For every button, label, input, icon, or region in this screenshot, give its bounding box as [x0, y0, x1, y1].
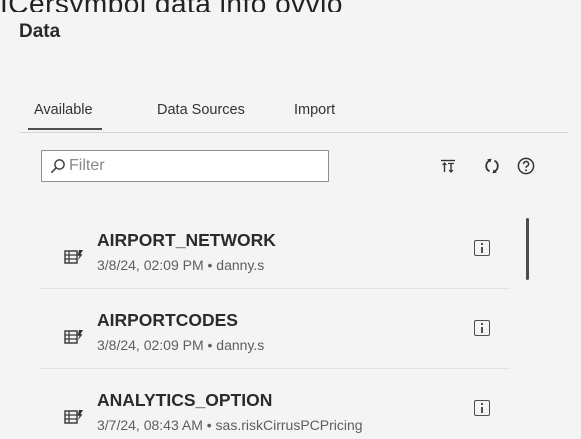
table-meta: 3/8/24, 02:09 PM • danny.s	[97, 337, 265, 353]
filter-input[interactable]	[69, 154, 319, 178]
panel-title: Data	[19, 21, 61, 42]
table-name: ANALYTICS_OPTION	[97, 390, 273, 410]
table-icon	[64, 329, 84, 347]
info-icon[interactable]	[474, 240, 490, 256]
sort-button[interactable]	[438, 158, 458, 178]
table-icon	[64, 409, 84, 427]
refresh-button[interactable]	[482, 158, 502, 178]
info-icon[interactable]	[474, 400, 490, 416]
table-icon	[64, 249, 84, 267]
search-icon	[50, 158, 66, 174]
scrollbar-thumb[interactable]	[526, 218, 529, 280]
list-item[interactable]: AIRPORT_NETWORK 3/8/24, 02:09 PM • danny…	[40, 208, 510, 289]
info-icon[interactable]	[474, 320, 490, 336]
list-item[interactable]: ANALYTICS_OPTION 3/7/24, 08:43 AM • sas.…	[40, 368, 510, 439]
tab-data-sources[interactable]: Data Sources	[157, 102, 245, 118]
table-name: AIRPORTCODES	[97, 310, 238, 330]
clipped-header-text: ICersymbol data info ovvio	[0, 0, 581, 12]
tab-bar: Available Data Sources Import	[20, 98, 568, 133]
table-name: AIRPORT_NETWORK	[97, 230, 276, 250]
tab-import[interactable]: Import	[294, 102, 335, 118]
help-icon	[517, 157, 535, 180]
clipped-header-label: ICersymbol data info ovvio	[0, 0, 343, 12]
table-meta: 3/7/24, 08:43 AM • sas.riskCirrusPCPrici…	[97, 417, 363, 433]
tab-available[interactable]: Available	[28, 102, 102, 130]
help-button[interactable]	[516, 157, 536, 180]
table-meta: 3/8/24, 02:09 PM • danny.s	[97, 257, 265, 273]
table-list: AIRPORT_NETWORK 3/8/24, 02:09 PM • danny…	[40, 208, 510, 439]
list-item[interactable]: AIRPORTCODES 3/8/24, 02:09 PM • danny.s	[40, 288, 510, 369]
refresh-icon	[483, 157, 501, 180]
sort-icon	[440, 158, 456, 179]
filter-field[interactable]	[41, 150, 329, 182]
